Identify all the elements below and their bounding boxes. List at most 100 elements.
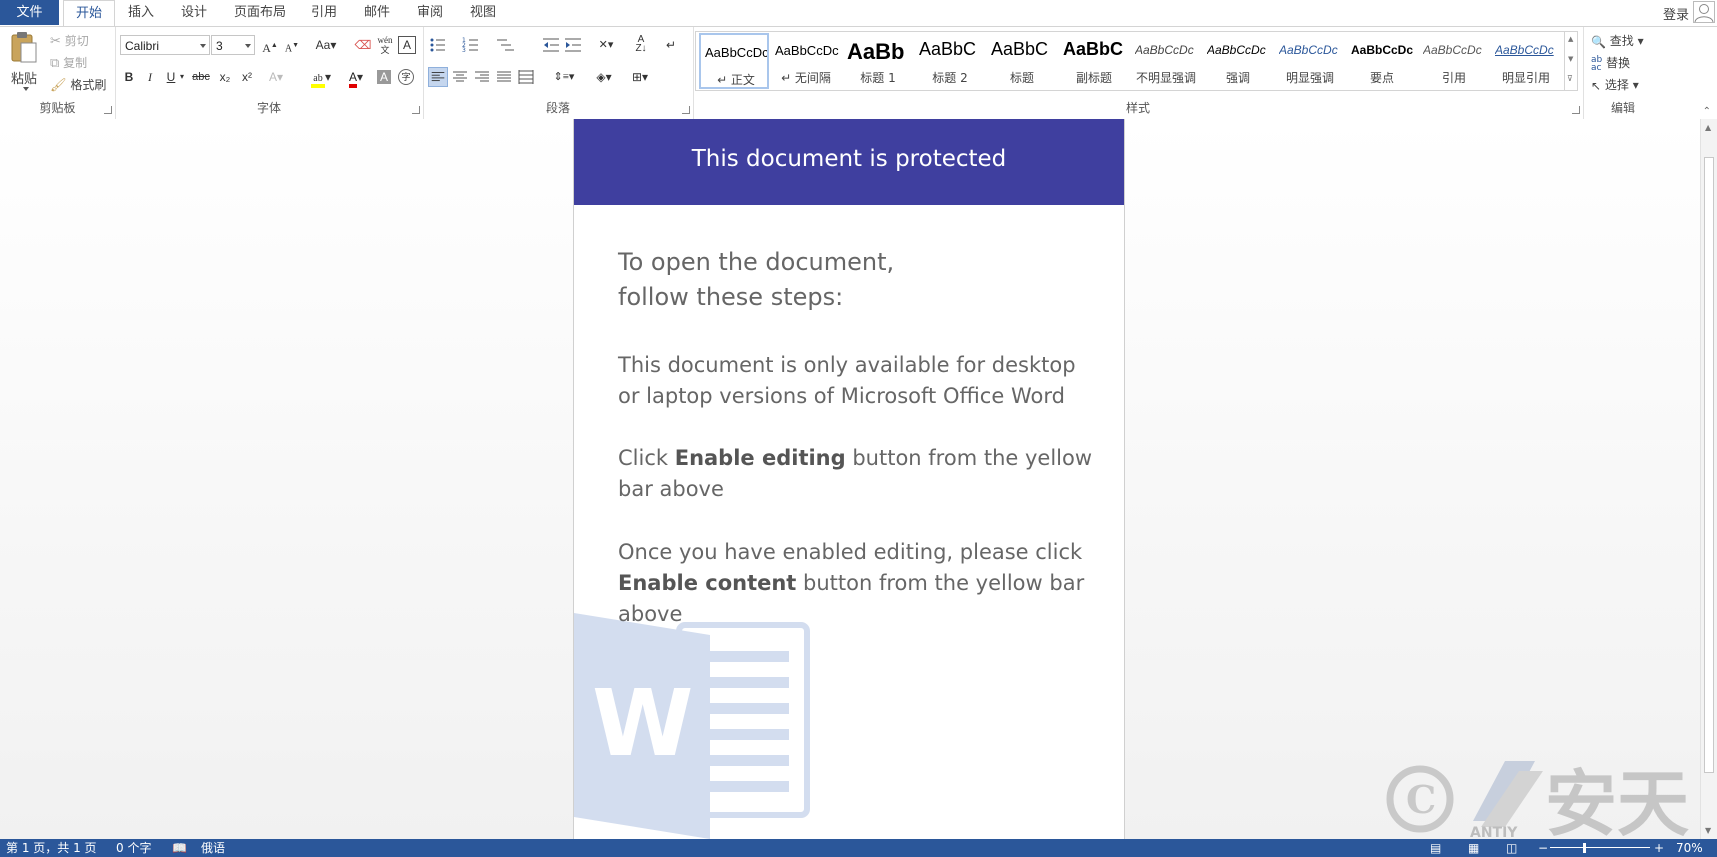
find-button[interactable]: 🔍 查找 ▾ [1591, 32, 1644, 49]
enclose-characters-icon[interactable]: 字 [398, 69, 414, 85]
chevron-up-icon[interactable]: ▲ [1705, 123, 1711, 132]
collapse-ribbon-icon[interactable]: ⌃ [1703, 106, 1711, 117]
styles-gallery-scroll[interactable]: ▲ ▼ ⊽ [1565, 31, 1578, 91]
cut-button[interactable]: ✂ 剪切 [50, 32, 89, 49]
copy-button[interactable]: ⧉ 复制 [50, 54, 87, 71]
font-name-value: Calibri [125, 39, 160, 53]
font-name-combo[interactable]: Calibri [120, 35, 210, 55]
zoom-in-icon[interactable]: + [1654, 839, 1664, 857]
character-shading-icon[interactable]: A [377, 70, 391, 84]
web-layout-icon[interactable]: ◫ [1506, 839, 1517, 857]
select-button[interactable]: ↖ 选择 ▾ [1591, 76, 1639, 93]
justify-icon[interactable] [494, 67, 514, 87]
style-sample: AaBbCcDc [1351, 43, 1414, 57]
editing-group-label: 编辑 [1610, 101, 1635, 115]
style-item[interactable]: AaBbC 标题 [987, 33, 1057, 89]
vertical-scrollbar[interactable]: ▲ ▼ [1700, 119, 1717, 839]
line-spacing-icon[interactable]: ⇕≡▾ [549, 67, 579, 87]
clipboard-launcher-icon[interactable] [104, 106, 112, 114]
zoom-slider[interactable] [1550, 847, 1650, 848]
tab-references[interactable]: 引用 [303, 0, 345, 25]
word-logo-icon: W [574, 613, 810, 839]
borders-icon[interactable]: ⊞▾ [625, 67, 655, 87]
paragraph-launcher-icon[interactable] [682, 106, 690, 114]
style-item[interactable]: AaBb 标题 1 [843, 33, 913, 89]
align-left-icon[interactable] [428, 67, 448, 87]
more-styles-icon[interactable]: ⊽ [1567, 74, 1573, 83]
bold-button[interactable]: B [119, 67, 139, 87]
change-case-button[interactable]: Aa▾ [311, 35, 341, 55]
decrease-indent-icon[interactable] [541, 35, 561, 55]
strikethrough-button[interactable]: abc [189, 67, 213, 87]
document-area[interactable]: This document is protected To open the d… [0, 119, 1700, 839]
numbering-icon[interactable]: 123 [461, 35, 481, 55]
subscript-button[interactable]: x₂ [215, 67, 235, 87]
replace-icon: ab ac [1591, 54, 1603, 73]
page-count[interactable]: 第 1 页，共 1 页 [6, 839, 97, 857]
shading-icon[interactable]: ◈▾ [589, 67, 619, 87]
highlight-color-icon[interactable]: ab ▾ [306, 67, 336, 88]
style-item[interactable]: AaBbCcDc 要点 [1347, 33, 1417, 89]
style-item[interactable]: AaBbCcDc 明显引用 [1491, 33, 1561, 89]
italic-button[interactable]: I [140, 67, 160, 87]
font-launcher-icon[interactable] [412, 106, 420, 114]
tab-home[interactable]: 开始 [63, 0, 115, 27]
superscript-button[interactable]: x² [237, 67, 257, 87]
phonetic-guide-icon[interactable]: wén 文 [375, 35, 395, 55]
paste-button[interactable]: 粘贴 [6, 31, 42, 93]
shrink-font-icon[interactable]: A▼ [282, 35, 302, 55]
show-formatting-icon[interactable]: ↵ [661, 35, 681, 55]
multilevel-list-icon[interactable] [495, 35, 515, 55]
proofing-icon[interactable]: 📖 [172, 839, 187, 857]
tab-review[interactable]: 审阅 [409, 0, 451, 25]
increase-indent-icon[interactable] [563, 35, 583, 55]
style-item[interactable]: AaBbC 标题 2 [915, 33, 985, 89]
desktop-only-paragraph: This document is only available for desk… [618, 353, 1076, 408]
tab-file[interactable]: 文件 [0, 0, 59, 25]
align-center-icon[interactable] [450, 67, 470, 87]
replace-button[interactable]: ab ac 替换 [1591, 54, 1630, 72]
chevron-up-icon[interactable]: ▲ [1568, 35, 1573, 43]
style-item[interactable]: AaBbCcDc 明显强调 [1275, 33, 1345, 89]
bullets-icon[interactable] [428, 35, 448, 55]
font-size-combo[interactable]: 3 [211, 35, 255, 55]
grow-font-icon[interactable]: A▲ [260, 35, 280, 55]
paste-label: 粘贴 [11, 72, 38, 87]
style-item[interactable]: AaBbCcDc 引用 [1419, 33, 1489, 89]
user-avatar-icon[interactable] [1693, 1, 1715, 23]
style-item[interactable]: AaBbC 副标题 [1059, 33, 1129, 89]
scrollbar-thumb[interactable] [1704, 157, 1714, 773]
distributed-icon[interactable] [516, 67, 536, 87]
chinese-layout-icon[interactable]: ✕▾ [591, 35, 621, 55]
login-link[interactable]: 登录 [1663, 4, 1689, 23]
style-item[interactable]: AaBbCcDc ↵ 无间隔 [771, 33, 841, 89]
tab-insert[interactable]: 插入 [120, 0, 162, 25]
zoom-slider-thumb[interactable] [1583, 843, 1586, 853]
style-item[interactable]: AaBbCcDc 强调 [1203, 33, 1273, 89]
chevron-down-icon[interactable]: ▼ [1705, 826, 1711, 835]
print-layout-icon[interactable]: ▦ [1468, 839, 1479, 857]
word-count[interactable]: 0 个字 [116, 839, 151, 857]
chevron-down-icon[interactable]: ▾ [177, 67, 187, 87]
read-mode-icon[interactable]: ▤ [1430, 839, 1441, 857]
tab-design[interactable]: 设计 [173, 0, 215, 25]
font-color-icon[interactable]: A▾ [341, 67, 371, 88]
cursor-icon: ↖ [1591, 78, 1602, 93]
align-right-icon[interactable] [472, 67, 492, 87]
style-item[interactable]: AaBbCcDc ↵ 正文 [699, 33, 769, 89]
tab-mailings[interactable]: 邮件 [356, 0, 398, 25]
text-effects-icon[interactable]: A▾ [266, 67, 286, 87]
tab-view[interactable]: 视图 [462, 0, 504, 25]
tab-layout[interactable]: 页面布局 [228, 0, 292, 25]
zoom-out-icon[interactable]: − [1538, 839, 1548, 857]
chevron-down-icon[interactable]: ▼ [1568, 55, 1573, 63]
eraser-icon[interactable]: ⌫ [353, 35, 373, 55]
style-item[interactable]: AaBbCcDc 不明显强调 [1131, 33, 1201, 89]
character-border-icon[interactable]: A [398, 36, 416, 54]
sort-icon[interactable]: A Z↓ [631, 35, 651, 55]
language-indicator[interactable]: 俄语 [201, 839, 225, 857]
document-page[interactable]: This document is protected To open the d… [573, 119, 1125, 839]
zoom-level[interactable]: 70% [1676, 839, 1703, 857]
format-painter-button[interactable]: 🖌 格式刷 [50, 76, 106, 93]
styles-launcher-icon[interactable] [1572, 106, 1580, 114]
